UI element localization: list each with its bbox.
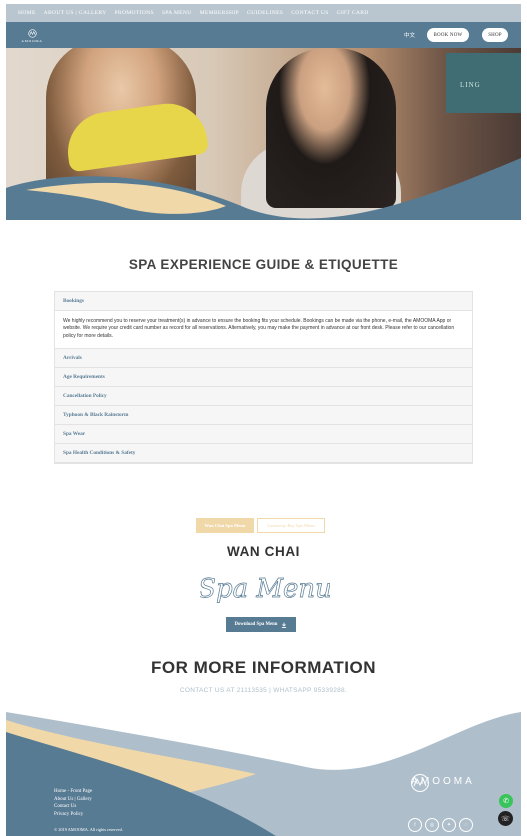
accordion-bookings-header[interactable]: Bookings (55, 292, 472, 311)
accordion-cancellation-policy[interactable]: Cancellation Policy (55, 387, 472, 406)
nav-promotions[interactable]: PROMOTIONS (115, 10, 154, 16)
hero-wave (6, 158, 521, 220)
footer-links: Home - Front Page About Us | Gallery Con… (54, 788, 92, 818)
tab-wan-chai[interactable]: Wan Chai Spa Menu (196, 518, 254, 533)
footer-link-contact[interactable]: Contact Us (54, 803, 92, 811)
amooma-logo-icon (27, 29, 37, 38)
whatsapp-icon[interactable]: ✆ (499, 794, 513, 808)
footer-copyright: © 2019 AMOOMA. All rights reserved. (54, 827, 123, 832)
spa-menu-script-heading: Spa Menu (200, 574, 330, 605)
accordion-bookings-body: We highly recommend you to reserve your … (55, 311, 472, 349)
nav-contact-us[interactable]: CONTACT US (291, 10, 328, 16)
instagram-icon[interactable]: ◎ (425, 818, 439, 832)
shop-button[interactable]: SHOP (482, 28, 508, 42)
footer-logo-icon (411, 774, 429, 792)
nav-about-gallery[interactable]: ABOUT US | GALLERY (44, 10, 107, 16)
header-bar: AMOOMA 中文 BOOK NOW SHOP (6, 22, 521, 48)
footer-link-home[interactable]: Home - Front Page (54, 788, 92, 796)
nav-home[interactable]: HOME (18, 10, 36, 16)
accordion-age-requirements[interactable]: Age Requirements (55, 368, 472, 387)
nav-spa-menu[interactable]: SPA MENU (162, 10, 192, 16)
footer-link-about[interactable]: About Us | Gallery (54, 796, 92, 804)
spa-menu-script-text: Spa Menu (200, 574, 330, 604)
footer-logo: AMOOMA (410, 773, 476, 792)
hero-image: LING (6, 48, 521, 220)
footer: Home - Front Page About Us | Gallery Con… (6, 712, 521, 836)
nav-gift-card[interactable]: GIFT CARD (337, 10, 369, 16)
accordion-spa-wear[interactable]: Spa Wear (55, 425, 472, 444)
top-nav: HOME ABOUT US | GALLERY PROMOTIONS SPA M… (6, 4, 521, 22)
footer-link-privacy[interactable]: Privacy Policy (54, 811, 92, 819)
guide-accordion: Bookings We highly recommend you to rese… (54, 291, 473, 464)
logo-text: AMOOMA (21, 39, 43, 43)
spa-menu-tabs: Wan Chai Spa Menu Causeway Bay Spa Menu (196, 518, 325, 533)
twitter-icon[interactable]: ✦ (442, 818, 456, 832)
tab-causeway-bay[interactable]: Causeway Bay Spa Menu (257, 518, 325, 533)
location-title: WAN CHAI (226, 544, 301, 559)
download-spa-menu-button[interactable]: Download Spa Menu (226, 617, 296, 632)
nav-guidelines[interactable]: GUIDELINES (247, 10, 283, 16)
phone-icon[interactable]: ☏ (498, 811, 513, 826)
language-switch[interactable]: 中文 (404, 31, 415, 39)
wechat-icon[interactable]: ◌ (459, 818, 473, 832)
accordion-health-safety[interactable]: Spa Health Conditions & Safety (55, 444, 472, 463)
accordion-arrivals[interactable]: Arrivals (55, 349, 472, 368)
amooma-logo[interactable]: AMOOMA (20, 29, 44, 43)
book-now-button[interactable]: BOOK NOW (427, 28, 469, 42)
accordion-typhoon[interactable]: Typhoon & Black Rainstorm (55, 406, 472, 425)
nav-membership[interactable]: MEMBERSHIP (200, 10, 239, 16)
download-icon (282, 622, 287, 628)
download-label: Download Spa Menu (234, 622, 278, 627)
facebook-icon[interactable]: f (408, 818, 422, 832)
social-links: f ◎ ✦ ◌ (408, 818, 473, 832)
contact-line: CONTACT US AT 21113535 | WHATSAPP 953392… (179, 687, 348, 694)
guide-title: SPA EXPERIENCE GUIDE & ETIQUETTE (128, 257, 399, 272)
more-info-title: FOR MORE INFORMATION (151, 658, 376, 677)
